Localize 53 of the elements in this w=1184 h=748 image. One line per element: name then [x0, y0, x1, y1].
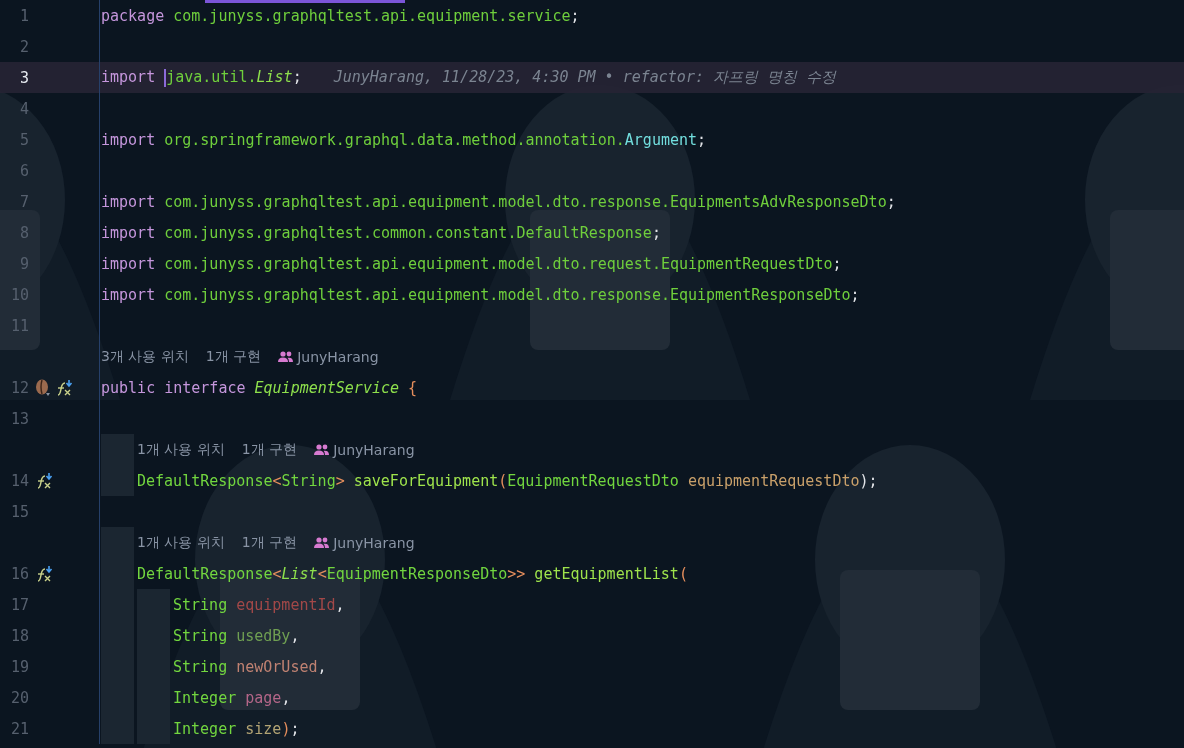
code-text: DefaultResponse<List<EquipmentResponseDto>> getEquipmentList( — [137, 564, 688, 583]
code-text: String usedBy, — [173, 626, 300, 645]
line-number: 2 — [18, 37, 29, 56]
line-number: 19 — [9, 657, 29, 676]
line-number: 13 — [9, 409, 29, 428]
bean-icon[interactable] — [35, 378, 51, 397]
implementations-link[interactable]: 1개 구현 — [205, 347, 262, 366]
author-link[interactable]: JunyHarang — [297, 348, 379, 365]
code-text: String newOrUsed, — [173, 657, 327, 676]
code-text: import com.junyss.graphqltest.common.constant.DefaultResponse; — [101, 223, 661, 242]
blame-annotation[interactable]: JunyHarang, 11/28/23, 4:30 PM • refactor: 자프링 명칭 수정 — [333, 68, 837, 87]
code-text: Integer size); — [173, 719, 300, 738]
indent-guide — [101, 465, 134, 496]
line-number: 17 — [9, 595, 29, 614]
code-text: import org.springframework.graphql.data.method.annotation.Argument; — [101, 130, 707, 149]
code-text: Integer page, — [173, 688, 291, 707]
line-number: 5 — [18, 130, 29, 149]
people-icon — [314, 537, 330, 548]
usages-link[interactable]: 1개 사용 위치 — [137, 440, 225, 459]
code-text: public interface EquipmentService { — [101, 378, 418, 397]
line-number: 4 — [18, 99, 29, 118]
code-text: import com.junyss.graphqltest.api.equipment.model.dto.response.EquipmentsAdvResponseDto; — [101, 192, 896, 211]
line-number: 3 — [18, 68, 29, 87]
people-icon — [314, 444, 330, 455]
code-text: import java.util.List; — [101, 68, 302, 87]
code-text: import com.junyss.graphqltest.api.equipment.model.dto.request.EquipmentRequestDto; — [101, 254, 842, 273]
people-icon — [278, 351, 294, 362]
line-number: 6 — [18, 161, 29, 180]
author-link[interactable]: JunyHarang — [333, 441, 415, 458]
usages-link[interactable]: 3개 사용 위치 — [101, 347, 189, 366]
implementation-icon[interactable] — [35, 471, 53, 490]
author-link[interactable]: JunyHarang — [333, 534, 415, 551]
line-number: 7 — [18, 192, 29, 211]
code-text: package com.junyss.graphqltest.api.equipment.service; — [101, 6, 580, 25]
line-number: 18 — [9, 626, 29, 645]
indent-guide — [101, 713, 134, 744]
line-number: 21 — [9, 719, 29, 738]
implementations-link[interactable]: 1개 구현 — [241, 533, 298, 552]
line-number: 1 — [18, 6, 29, 25]
line-number: 14 — [9, 471, 29, 490]
code-text: import com.junyss.graphqltest.api.equipment.model.dto.response.EquipmentResponseDto; — [101, 285, 860, 304]
line-number: 12 — [9, 378, 29, 397]
implementations-link[interactable]: 1개 구현 — [241, 440, 298, 459]
indent-guide — [101, 434, 134, 465]
implementation-icon[interactable] — [55, 378, 73, 397]
code-text: String equipmentId, — [173, 595, 345, 614]
indent-guide — [101, 527, 134, 558]
code-text: DefaultResponse<String> saveForEquipment(EquipmentRequestDto equipmentRequestDto); — [137, 471, 878, 490]
line-number: 20 — [9, 688, 29, 707]
implementation-icon[interactable] — [35, 564, 53, 583]
line-number: 15 — [9, 502, 29, 521]
line-number: 16 — [9, 564, 29, 583]
usages-link[interactable]: 1개 사용 위치 — [137, 533, 225, 552]
